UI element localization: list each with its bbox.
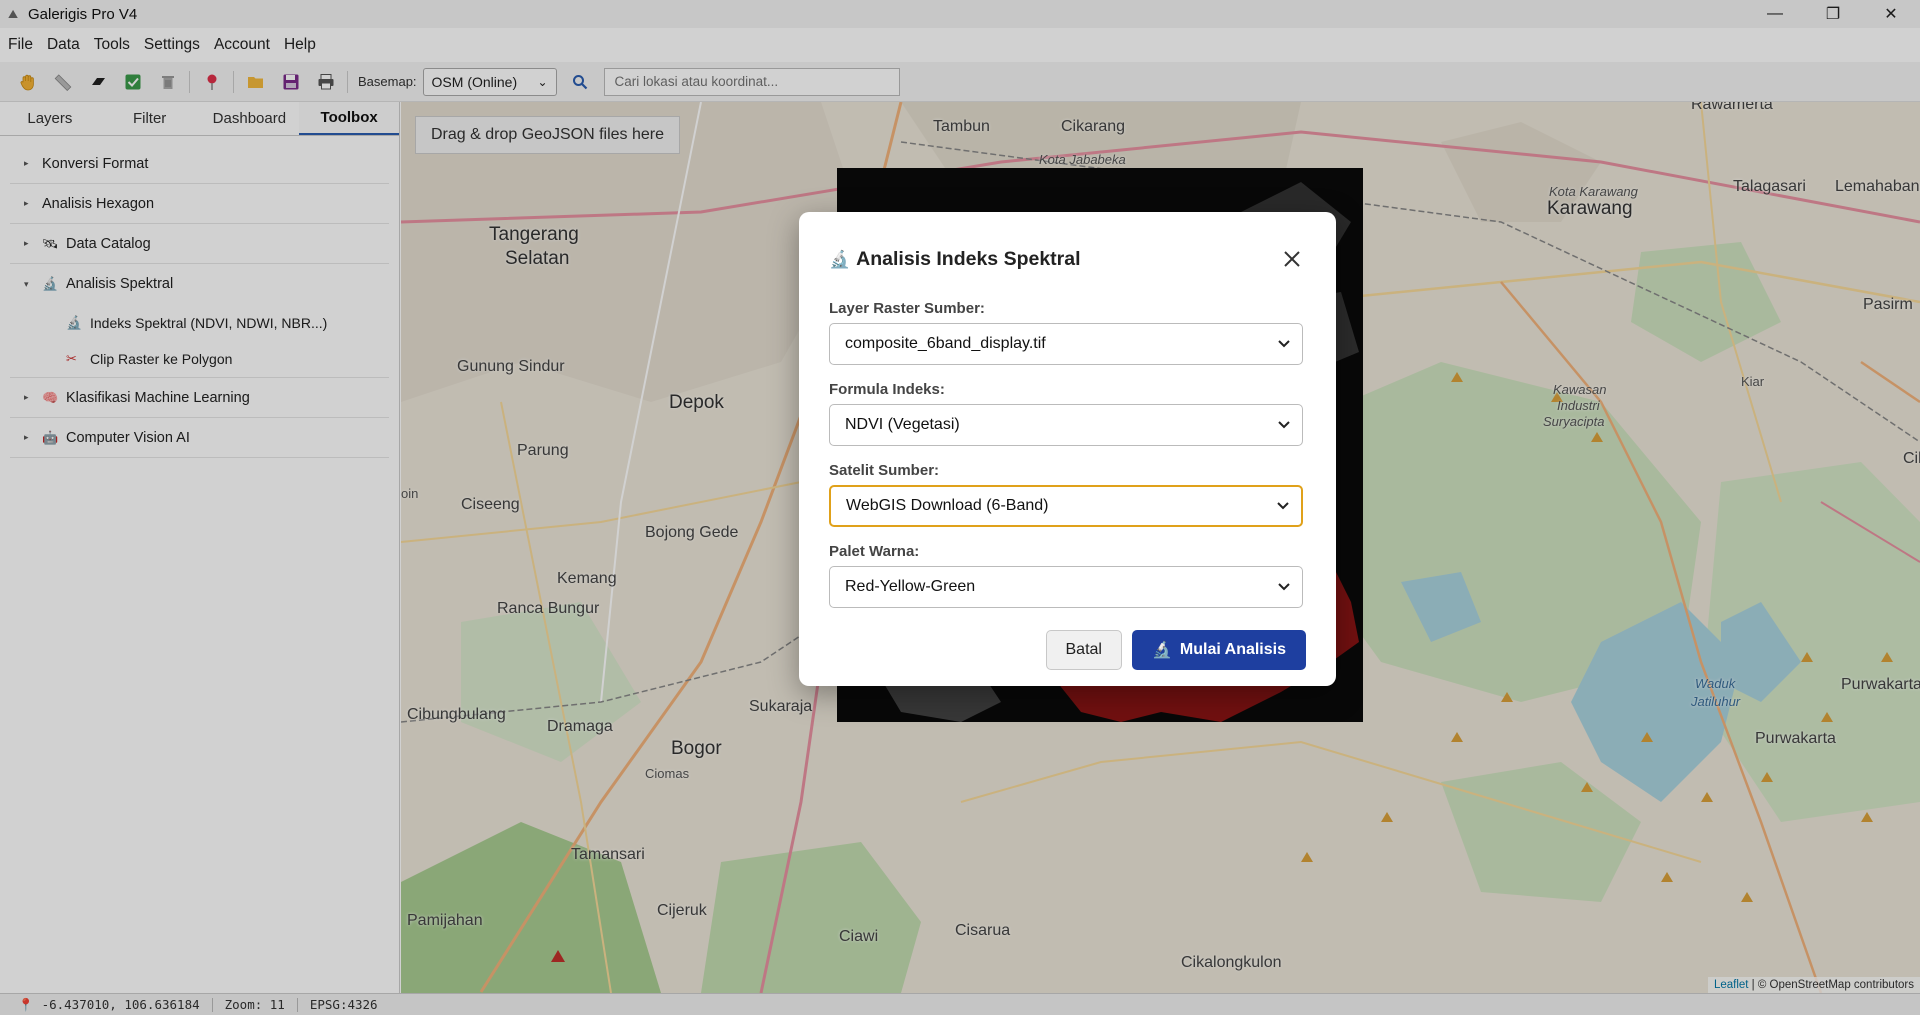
start-analysis-button[interactable]: 🔬 Mulai Analisis xyxy=(1131,630,1306,670)
chevron-down-icon xyxy=(1277,499,1289,513)
dialog-header: 🔬 Analisis Indeks Spektral xyxy=(829,212,1306,306)
color-palette-field: Palet Warna: Red-Yellow-Green xyxy=(829,543,1306,608)
satellite-source-label: Satelit Sumber: xyxy=(829,462,940,479)
start-analysis-label: Mulai Analisis xyxy=(1179,641,1286,658)
color-palette-value: Red-Yellow-Green xyxy=(845,578,976,595)
dialog-title: 🔬 Analisis Indeks Spektral xyxy=(829,248,1278,271)
raster-source-field: Layer Raster Sumber: composite_6band_dis… xyxy=(829,300,1306,365)
color-palette-select[interactable]: Red-Yellow-Green xyxy=(829,566,1303,608)
close-icon[interactable] xyxy=(1278,245,1306,273)
raster-source-value: composite_6band_display.tif xyxy=(845,335,1046,352)
chevron-down-icon xyxy=(1278,418,1290,432)
microscope-icon: 🔬 xyxy=(1151,642,1172,659)
index-formula-label: Formula Indeks: xyxy=(829,381,945,398)
satellite-source-field: Satelit Sumber: WebGIS Download (6-Band) xyxy=(829,462,1306,527)
chevron-down-icon xyxy=(1278,580,1290,594)
satellite-source-select[interactable]: WebGIS Download (6-Band) xyxy=(829,485,1303,527)
cancel-button[interactable]: Batal xyxy=(1045,630,1122,670)
index-formula-field: Formula Indeks: NDVI (Vegetasi) xyxy=(829,381,1306,446)
microscope-icon: 🔬 xyxy=(829,249,851,269)
index-formula-select[interactable]: NDVI (Vegetasi) xyxy=(829,404,1303,446)
dialog-title-text: Analisis Indeks Spektral xyxy=(856,247,1081,270)
satellite-source-value: WebGIS Download (6-Band) xyxy=(846,497,1049,514)
raster-source-select[interactable]: composite_6band_display.tif xyxy=(829,323,1303,365)
spectral-index-dialog: 🔬 Analisis Indeks Spektral Layer Raster S… xyxy=(799,212,1336,686)
raster-source-label: Layer Raster Sumber: xyxy=(829,300,985,317)
chevron-down-icon xyxy=(1278,337,1290,351)
dialog-actions: Batal 🔬 Mulai Analisis xyxy=(829,630,1306,670)
color-palette-label: Palet Warna: xyxy=(829,543,920,560)
index-formula-value: NDVI (Vegetasi) xyxy=(845,416,960,433)
